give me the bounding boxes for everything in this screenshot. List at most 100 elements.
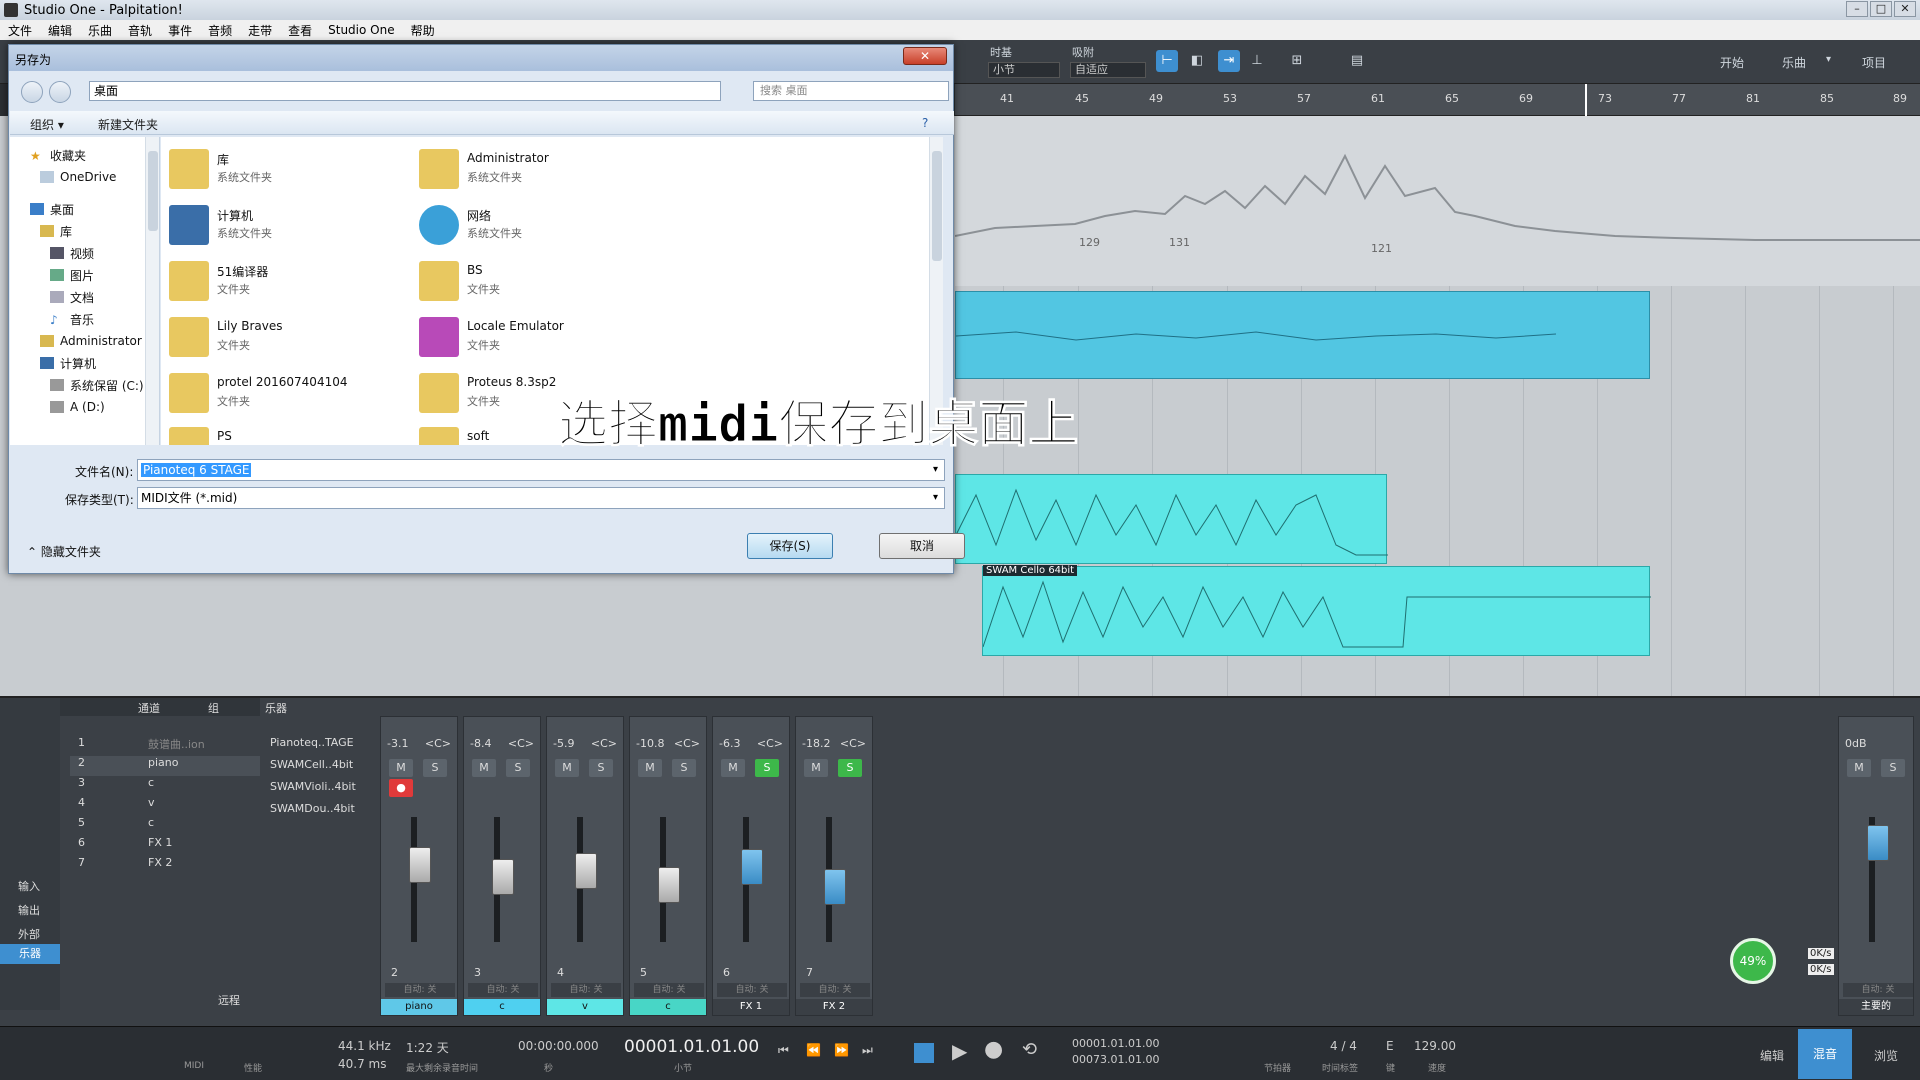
fast-forward-icon[interactable]: ⏩	[834, 1043, 849, 1057]
loop-end[interactable]: 00073.01.01.00	[1072, 1053, 1159, 1066]
nav-scrollbar[interactable]	[145, 137, 159, 445]
keyboard-icon[interactable]: ▤	[1346, 50, 1368, 72]
chevron-down-icon[interactable]: ▾	[1826, 54, 1831, 65]
tempo[interactable]: 129.00	[1414, 1039, 1456, 1053]
timebase-select[interactable]: 小节	[988, 62, 1060, 78]
dialog-close-button[interactable]: ✕	[903, 47, 947, 65]
nav-onedrive[interactable]: OneDrive	[40, 167, 116, 187]
automation-lane[interactable]: 129 131 121	[955, 116, 1920, 286]
mute-button[interactable]: M	[1847, 759, 1871, 777]
close-window-button[interactable]: ✕	[1894, 1, 1916, 17]
save-button[interactable]: 保存(S)	[747, 533, 833, 559]
nav-music[interactable]: ♪ 音乐	[50, 309, 94, 329]
help-icon[interactable]: ?	[922, 116, 928, 130]
file-item[interactable]: Administrator 系统文件夹	[419, 145, 659, 195]
return-to-zero-icon[interactable]: ⏮	[778, 1043, 789, 1058]
channel-name[interactable]: piano	[381, 999, 457, 1015]
volume-fader[interactable]	[1867, 825, 1889, 861]
loop-end-marker[interactable]	[1585, 84, 1587, 116]
menu-transport[interactable]: 走带	[240, 22, 280, 39]
back-icon[interactable]	[21, 81, 43, 103]
record-arm-icon[interactable]: ●	[389, 779, 413, 797]
menu-file[interactable]: 文件	[0, 22, 40, 39]
volume-fader[interactable]	[741, 849, 763, 885]
mute-button[interactable]: M	[555, 759, 579, 777]
channel-name[interactable]: FX 2	[796, 999, 872, 1015]
volume-fader[interactable]	[658, 867, 680, 903]
grid-settings-icon[interactable]: ⊞	[1286, 50, 1308, 72]
menu-audio[interactable]: 音频	[200, 22, 240, 39]
track-name[interactable]: c	[148, 816, 154, 829]
go-to-end-icon[interactable]: ⏭	[862, 1043, 873, 1058]
solo-button[interactable]: S	[1881, 759, 1905, 777]
channel-name[interactable]: v	[547, 999, 623, 1015]
search-input[interactable]: 搜索 桌面	[753, 81, 949, 101]
menu-view[interactable]: 查看	[280, 22, 320, 39]
start-button[interactable]: 开始	[1720, 54, 1744, 71]
track-name[interactable]: v	[148, 796, 155, 809]
pan-readout[interactable]: <C>	[508, 737, 534, 750]
hide-folders-toggle[interactable]: ⌃ 隐藏文件夹	[27, 543, 101, 560]
pan-readout[interactable]: <C>	[674, 737, 700, 750]
snap-select[interactable]: 自适应	[1070, 62, 1146, 78]
nav-favorites[interactable]: ★ 收藏夹	[30, 145, 86, 165]
automation-mode[interactable]: 自动: 关	[551, 983, 621, 997]
mute-button[interactable]: M	[638, 759, 662, 777]
chevron-down-icon[interactable]: ▾	[933, 460, 938, 480]
nav-documents[interactable]: 文档	[50, 287, 94, 307]
track-name[interactable]: FX 2	[148, 856, 172, 869]
solo-button[interactable]: S	[755, 759, 779, 777]
solo-button[interactable]: S	[672, 759, 696, 777]
nav-computer[interactable]: 计算机	[40, 353, 96, 373]
menu-edit[interactable]: 编辑	[40, 22, 80, 39]
bars-display[interactable]: 00001.01.01.00	[624, 1037, 759, 1057]
instrument-slot-1[interactable]: Pianoteq..TAGE	[270, 736, 354, 749]
pan-readout[interactable]: <C>	[757, 737, 783, 750]
chevron-down-icon[interactable]: ▾	[933, 488, 938, 508]
automation-mode[interactable]: 自动: 关	[800, 983, 870, 997]
nav-drive-d[interactable]: A (D:)	[50, 397, 105, 417]
pan-readout[interactable]: <C>	[840, 737, 866, 750]
file-item[interactable]: 网络 系统文件夹	[419, 201, 659, 251]
nav-videos[interactable]: 视频	[50, 243, 94, 263]
stop-icon[interactable]	[914, 1043, 934, 1063]
play-icon[interactable]: ▶	[952, 1039, 967, 1063]
instrument-slot-4[interactable]: SWAMDou..4bit	[270, 802, 355, 815]
solo-button[interactable]: S	[589, 759, 613, 777]
mute-button[interactable]: M	[389, 759, 413, 777]
time-signature[interactable]: 4 / 4	[1330, 1039, 1357, 1053]
rewind-icon[interactable]: ⏪	[806, 1043, 821, 1057]
file-item[interactable]: Lily Braves 文件夹	[169, 313, 409, 363]
key[interactable]: E	[1386, 1039, 1394, 1053]
split-icon[interactable]: ⊥	[1246, 50, 1268, 72]
minimize-button[interactable]: –	[1846, 1, 1868, 17]
instrument-slot-2[interactable]: SWAMCell..4bit	[270, 758, 353, 771]
nav-desktop[interactable]: 桌面	[30, 199, 74, 219]
channel-name[interactable]: FX 1	[713, 999, 789, 1015]
automation-mode[interactable]: 自动: 关	[385, 983, 455, 997]
solo-button[interactable]: S	[423, 759, 447, 777]
loop-start[interactable]: 00001.01.01.00	[1072, 1037, 1159, 1050]
nav-drive-c[interactable]: 系统保留 (C:)	[50, 375, 144, 395]
midi-clip-piano[interactable]	[955, 291, 1650, 379]
nav-library[interactable]: 库	[40, 221, 72, 241]
remote-button[interactable]: 远程	[218, 992, 240, 1008]
track-name[interactable]: 鼓谱曲..ion	[148, 736, 205, 752]
menu-help[interactable]: 帮助	[403, 22, 443, 39]
volume-fader[interactable]	[575, 853, 597, 889]
external-tab[interactable]: 外部	[18, 926, 40, 942]
automation-mode[interactable]: 自动: 关	[1843, 983, 1913, 997]
loop-icon[interactable]: ⟲	[1022, 1039, 1037, 1060]
instrument-slot-3[interactable]: SWAMVioli..4bit	[270, 780, 356, 793]
channel-name[interactable]: c	[464, 999, 540, 1015]
inputs-tab[interactable]: 输入	[18, 878, 40, 894]
snap-events-icon[interactable]: ◧	[1186, 50, 1208, 72]
outputs-tab[interactable]: 输出	[18, 902, 40, 918]
solo-button[interactable]: S	[506, 759, 530, 777]
edit-button[interactable]: 编辑	[1760, 1047, 1784, 1064]
timeline-ruler[interactable]: 41 45 49 53 57 61 65 69 73 77 81 85 89	[955, 84, 1920, 116]
instruments-tab[interactable]: 乐器	[0, 944, 60, 964]
record-icon[interactable]: ●	[984, 1037, 1003, 1062]
menu-song[interactable]: 乐曲	[80, 22, 120, 39]
mute-button[interactable]: M	[721, 759, 745, 777]
